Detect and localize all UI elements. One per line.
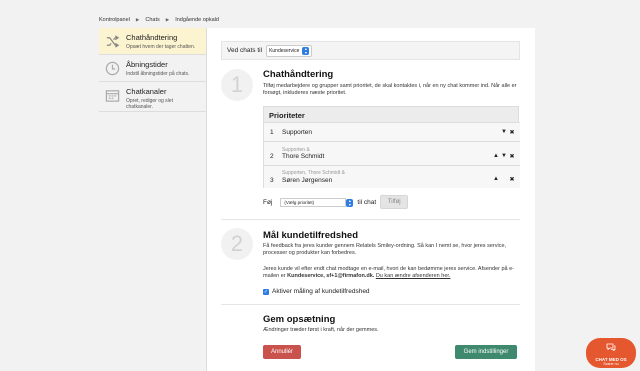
step-number: 1 [221, 69, 253, 101]
priority-number: 1 [270, 129, 274, 136]
sidebar-item-chathandtering[interactable]: Chathåndtering Opsæt hvem der tager chat… [99, 28, 206, 55]
empty-slot [501, 176, 507, 183]
move-down-icon[interactable]: ▼ [501, 153, 507, 160]
breadcrumb-item-current: Indgående opkald [175, 17, 219, 23]
chat-target-bar: Ved chats til Kundeservice ▴ ▾ [221, 41, 520, 60]
sidebar-item-desc: Opsæt hvem der tager chatten. [126, 43, 196, 50]
sidebar-item-desc: Indstil åbningstider på chats. [126, 70, 190, 77]
sidebar-item-desc: Opret, rediger og slet chatkanaler. [126, 97, 173, 110]
move-up-icon[interactable]: ▲ [493, 176, 499, 183]
cancel-button[interactable]: Annullér [263, 345, 301, 359]
remove-icon[interactable]: ✖ [509, 153, 515, 160]
select-arrows-icon: ▴ ▾ [302, 46, 310, 55]
priority-row: 1 Supporten ▼ ✖ [264, 122, 520, 141]
chat-target-value: Kundeservice [269, 47, 300, 54]
main-panel: Ved chats til Kundeservice ▴ ▾ 1 Chathånd… [207, 28, 535, 371]
step-number: 2 [221, 228, 253, 260]
priority-row: Supporten & 2 Thore Schmidt ▲ ▼ ✖ [264, 141, 520, 165]
chat-bubble-icon [606, 343, 616, 352]
priority-name: Thore Schmidt [282, 153, 325, 160]
priority-previous: Supporten, Thore Schmidt & [282, 170, 345, 176]
section-title: Chathåndtering [263, 69, 334, 80]
calendar-icon [105, 90, 120, 102]
remove-icon[interactable]: ✖ [509, 176, 515, 183]
priority-number: 2 [270, 153, 274, 160]
add-suffix: til chat [357, 198, 377, 206]
remove-icon[interactable]: ✖ [509, 129, 515, 136]
chat-widget-status: Svarer nu [603, 362, 619, 366]
priority-name: Søren Jørgensen [282, 177, 333, 184]
add-prefix: Føj [263, 198, 273, 206]
priority-name: Supporten [282, 129, 312, 136]
sidebar-item-title: Chathåndtering [126, 33, 178, 42]
select-arrows-icon: ▴ ▾ [346, 198, 354, 207]
breadcrumb-separator: ▶ [165, 17, 170, 22]
chat-widget-button[interactable]: CHAT MED OS Svarer nu [586, 338, 636, 368]
checkbox-checked-icon[interactable]: ✓ [263, 288, 269, 295]
breadcrumb-item-kontrolpanel[interactable]: Kontrolpanel [99, 17, 130, 23]
change-sender-link[interactable]: Du kan ændre afsenderen her. [376, 273, 451, 279]
sidebar-item-title: Chatkanaler [126, 87, 167, 96]
checkbox-label: Aktiver måling af kundetilfredshed [272, 288, 370, 295]
priority-number: 3 [270, 177, 274, 184]
priorities-table: Prioriteter 1 Supporten ▼ ✖ Supporten & … [263, 106, 520, 188]
sidebar: Chathåndtering Opsæt hvem der tager chat… [99, 28, 207, 371]
sidebar-item-chatkanaler[interactable]: Chatkanaler Opret, rediger og slet chatk… [99, 82, 206, 112]
save-button[interactable]: Gem indstillinger [455, 345, 517, 359]
section-note: Jeres kunde vil efter endt chat modtage … [263, 266, 519, 281]
satisfaction-checkbox-row[interactable]: ✓ Aktiver måling af kundetilfredshed [263, 288, 370, 295]
divider [221, 304, 520, 305]
add-priority-line: Føj (Vælg prioritet) ▴ ▾ til chat Tilføj [263, 195, 409, 209]
sender-email: Kundeservice, sf+1@firmafon.dk. [287, 273, 375, 280]
chat-target-select[interactable]: Kundeservice ▴ ▾ [266, 44, 313, 57]
shuffle-icon [106, 35, 120, 48]
priorities-header: Prioriteter [264, 107, 518, 122]
priority-select[interactable]: (Vælg prioritet) ▴ ▾ [280, 197, 354, 207]
divider [221, 219, 520, 220]
priority-row: Supporten, Thore Schmidt & 3 Søren Jørge… [264, 165, 520, 188]
move-down-icon[interactable]: ▼ [501, 129, 507, 136]
sidebar-item-abningstider[interactable]: Åbningstider Indstil åbningstider på cha… [99, 55, 206, 82]
breadcrumb-item-chats[interactable]: Chats [145, 17, 159, 23]
add-button[interactable]: Tilføj [380, 195, 409, 209]
move-up-icon[interactable]: ▲ [493, 153, 499, 160]
breadcrumb: Kontrolpanel ▶ Chats ▶ Indgående opkald [99, 17, 219, 23]
section-description: Tilføj medarbejdere og grupper samt prio… [263, 83, 517, 97]
section-description: Ændringer træder først i kraft, når der … [263, 327, 379, 333]
chat-target-label: Ved chats til [227, 47, 263, 54]
section-title: Gem opsætning [263, 314, 336, 325]
sidebar-item-title: Åbningstider [126, 60, 168, 69]
section-title: Mål kundetilfredshed [263, 230, 359, 241]
priority-select-value: (Vælg prioritet) [284, 199, 315, 205]
section-description: Få feedback fra jeres kunder gennem Rela… [263, 243, 507, 257]
clock-icon [105, 61, 120, 76]
breadcrumb-separator: ▶ [135, 17, 140, 22]
